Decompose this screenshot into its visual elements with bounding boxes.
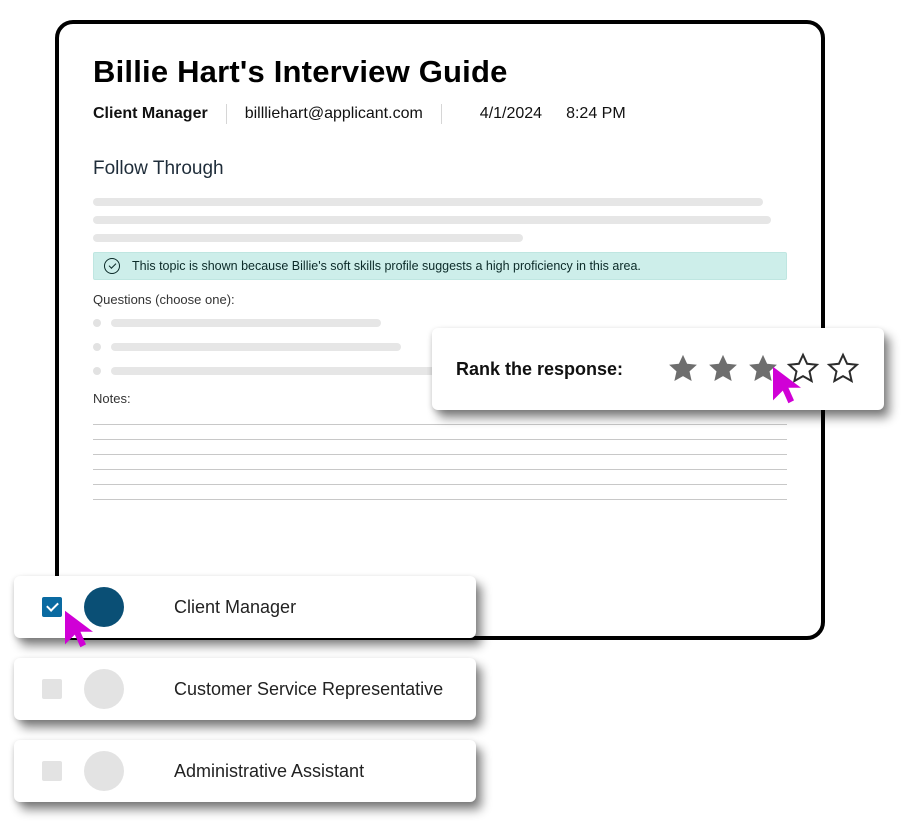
- questions-label: Questions (choose one):: [93, 292, 787, 307]
- rank-label: Rank the response:: [456, 359, 623, 380]
- checkbox-icon[interactable]: [42, 679, 62, 699]
- placeholder-line: [111, 319, 381, 327]
- star-icon[interactable]: [706, 352, 740, 386]
- notes-area[interactable]: [93, 424, 787, 500]
- section-summary-placeholder: [93, 198, 787, 242]
- avatar: [84, 751, 124, 791]
- meta-divider: [226, 104, 227, 124]
- checkbox-icon[interactable]: [42, 597, 62, 617]
- note-rule: [93, 439, 787, 440]
- meta-email: billliehart@applicant.com: [245, 105, 423, 123]
- placeholder-line: [93, 234, 523, 242]
- role-name: Client Manager: [174, 597, 296, 618]
- radio-icon: [93, 319, 101, 327]
- star-icon[interactable]: [746, 352, 780, 386]
- page-meta: Client Manager billliehart@applicant.com…: [93, 104, 787, 124]
- role-option-customer-service-rep[interactable]: Customer Service Representative: [14, 658, 476, 720]
- star-icon[interactable]: [786, 352, 820, 386]
- insight-text: This topic is shown because Billie's sof…: [132, 259, 641, 273]
- question-option[interactable]: [93, 319, 787, 327]
- role-option-administrative-assistant[interactable]: Administrative Assistant: [14, 740, 476, 802]
- meta-time: 8:24 PM: [566, 105, 626, 123]
- rank-response-popover: Rank the response:: [432, 328, 884, 410]
- meta-date: 4/1/2024: [480, 105, 542, 123]
- star-icon[interactable]: [666, 352, 700, 386]
- role-name: Administrative Assistant: [174, 761, 364, 782]
- check-circle-icon: [104, 258, 120, 274]
- section-title: Follow Through: [93, 158, 787, 180]
- radio-icon: [93, 367, 101, 375]
- avatar: [84, 587, 124, 627]
- note-rule: [93, 499, 787, 500]
- star-icon[interactable]: [826, 352, 860, 386]
- role-option-client-manager[interactable]: Client Manager: [14, 576, 476, 638]
- note-rule: [93, 469, 787, 470]
- page-title: Billie Hart's Interview Guide: [93, 54, 787, 90]
- insight-banner: This topic is shown because Billie's sof…: [93, 252, 787, 280]
- radio-icon: [93, 343, 101, 351]
- avatar: [84, 669, 124, 709]
- placeholder-line: [93, 198, 763, 206]
- note-rule: [93, 484, 787, 485]
- note-rule: [93, 424, 787, 425]
- placeholder-line: [93, 216, 771, 224]
- meta-role: Client Manager: [93, 105, 208, 123]
- note-rule: [93, 454, 787, 455]
- meta-divider: [441, 104, 442, 124]
- checkbox-icon[interactable]: [42, 761, 62, 781]
- placeholder-line: [111, 343, 401, 351]
- star-rating[interactable]: [666, 352, 860, 386]
- role-name: Customer Service Representative: [174, 679, 443, 700]
